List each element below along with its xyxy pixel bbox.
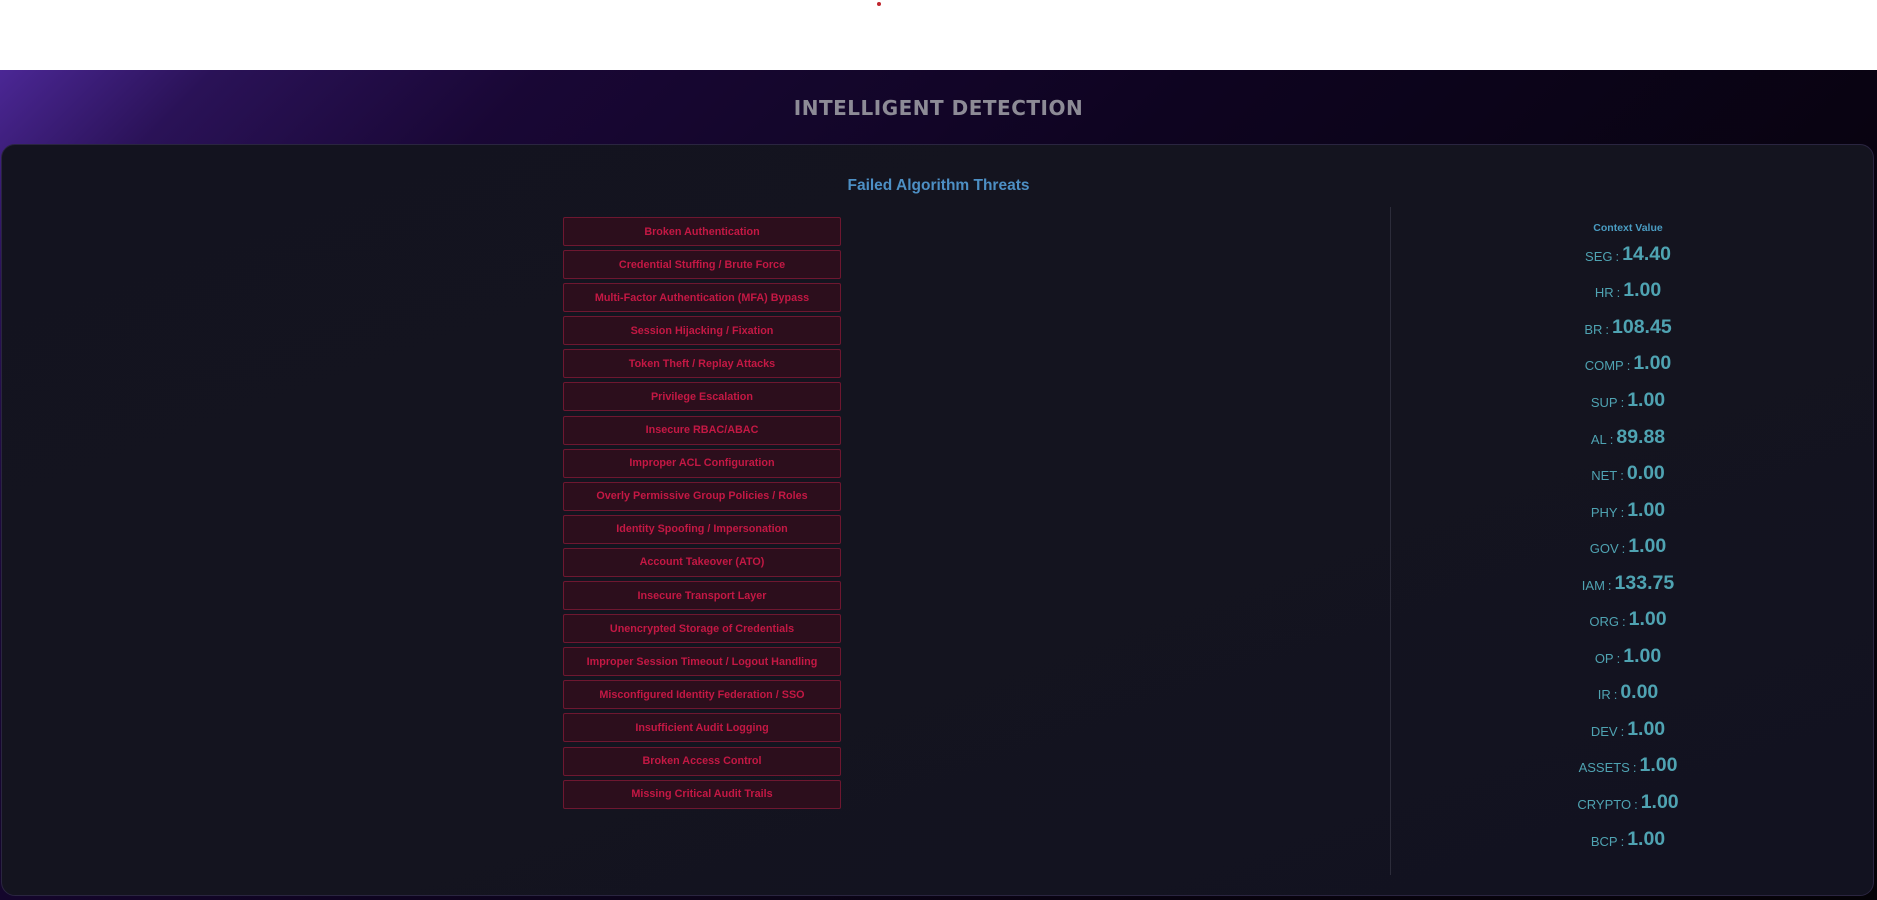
context-row-org: ORG:1.00 [1472,601,1784,638]
threat-item[interactable]: Identity Spoofing / Impersonation [563,514,841,544]
context-value: 108.45 [1612,315,1672,338]
context-row-gov: GOV:1.00 [1472,528,1784,565]
context-key: NET [1591,468,1618,484]
context-row-dev: DEV:1.00 [1472,711,1784,748]
context-row-crypto: CRYPTO:1.00 [1472,784,1784,821]
context-key: BCP [1590,833,1618,849]
context-key: PHY [1590,504,1618,520]
context-value: 1.00 [1627,717,1666,740]
context-key: BR [1584,321,1603,337]
context-rows: SEG:14.40 HR:1.00 BR:108.45 COMP:1.00 SUP:1.… [1472,236,1784,857]
red-indicator-dot [877,2,881,6]
context-row-al: AL:89.88 [1472,419,1784,456]
threat-item[interactable]: Insufficient Audit Logging [563,713,841,743]
context-header: Context Value [1593,222,1663,234]
context-key: OP [1594,650,1614,666]
context-row-assets: ASSETS:1.00 [1472,748,1784,785]
context-separator: : [1634,796,1638,812]
context-key: IR [1597,687,1611,703]
threat-item[interactable]: Broken Access Control [563,746,841,776]
context-key: CRYPTO [1577,796,1632,812]
section-title: INTELLIGENT DETECTION [793,96,1084,120]
top-white-strip [0,0,1877,70]
context-separator: : [1621,541,1626,557]
context-value: 1.00 [1623,644,1662,667]
threat-item[interactable]: Insecure RBAC/ABAC [563,415,841,445]
context-key: IAM [1581,577,1605,593]
threat-item[interactable]: Credential Stuffing / Brute Force [563,250,841,280]
context-value: 1.00 [1628,608,1667,631]
threat-item[interactable]: Unencrypted Storage of Credentials [563,614,841,644]
threat-item[interactable]: Missing Critical Audit Trails [563,779,841,809]
context-key: HR [1594,285,1614,301]
context-key: COMP [1584,358,1624,374]
panel-divider [1390,207,1391,875]
context-key: SEG [1585,248,1613,264]
threat-item[interactable]: Broken Authentication [563,217,841,246]
context-separator: : [1607,577,1612,593]
context-separator: : [1620,394,1625,410]
threat-list: Broken Authentication Credential Stuffing… [563,217,841,813]
context-value: 89.88 [1616,425,1666,448]
context-separator: : [1620,504,1625,520]
threat-item[interactable]: Token Theft / Replay Attacks [563,349,841,379]
threat-item[interactable]: Insecure Transport Layer [563,581,841,611]
panel-title: Failed Algorithm Threats [847,177,1030,194]
threat-item[interactable]: Improper ACL Configuration [563,448,841,478]
context-row-br: BR:108.45 [1472,309,1784,346]
threats-panel: Failed Algorithm Threats Broken Authenti… [1,144,1874,896]
context-value: 1.00 [1640,790,1679,813]
context-value-column: Context Value SEG:14.40 HR:1.00 BR:108.45 C… [1472,221,1784,857]
context-separator: : [1616,285,1621,301]
threat-item[interactable]: Multi-Factor Authentication (MFA) Bypass [563,283,841,313]
context-key: DEV [1590,723,1618,739]
context-value: 0.00 [1626,462,1665,485]
threat-item[interactable]: Privilege Escalation [563,382,841,412]
context-separator: : [1616,650,1621,666]
threat-item[interactable]: Misconfigured Identity Federation / SSO [563,680,841,710]
context-separator: : [1620,723,1625,739]
context-separator: : [1620,468,1624,484]
context-row-phy: PHY:1.00 [1472,492,1784,529]
context-separator: : [1613,687,1618,703]
context-key: AL [1590,431,1607,447]
detection-section: INTELLIGENT DETECTION Failed Algorithm T… [0,70,1877,900]
context-row-ir: IR:0.00 [1472,675,1784,712]
context-separator: : [1609,431,1614,447]
context-value: 1.00 [1639,754,1678,777]
context-value: 1.00 [1633,352,1672,375]
threat-item[interactable]: Account Takeover (ATO) [563,547,841,577]
context-separator: : [1615,248,1620,264]
context-row-sup: SUP:1.00 [1472,382,1784,419]
context-value: 1.00 [1627,388,1666,411]
context-value: 1.00 [1627,827,1666,850]
threat-item[interactable]: Session Hijacking / Fixation [563,316,841,346]
context-key: ORG [1589,614,1620,630]
context-separator: : [1620,833,1625,849]
context-row-bcp: BCP:1.00 [1472,821,1784,858]
context-key: GOV [1589,541,1619,557]
context-value: 1.00 [1623,279,1662,302]
context-value: 133.75 [1614,571,1675,594]
context-separator: : [1605,321,1610,337]
context-row-hr: HR:1.00 [1472,273,1784,310]
context-value: 1.00 [1628,535,1667,558]
context-value: 1.00 [1627,498,1666,521]
context-row-iam: IAM:133.75 [1472,565,1784,602]
context-row-op: OP:1.00 [1472,638,1784,675]
context-key: ASSETS [1578,760,1630,776]
threat-item[interactable]: Overly Permissive Group Policies / Roles [563,481,841,511]
context-value: 0.00 [1620,681,1659,704]
context-key: SUP [1590,394,1618,410]
context-row-net: NET:0.00 [1472,455,1784,492]
context-row-seg: SEG:14.40 [1472,236,1784,273]
threat-item[interactable]: Improper Session Timeout / Logout Handli… [563,647,841,677]
context-row-comp: COMP:1.00 [1472,346,1784,383]
context-value: 14.40 [1622,242,1671,265]
context-separator: : [1626,358,1631,374]
context-separator: : [1632,760,1637,776]
context-separator: : [1622,614,1626,630]
